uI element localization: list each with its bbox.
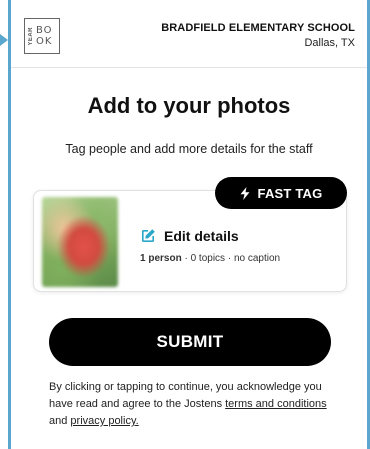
fast-tag-button[interactable]: FAST TAG (215, 177, 347, 209)
terms-link[interactable]: terms and conditions (225, 398, 327, 410)
privacy-link[interactable]: privacy policy. (70, 415, 138, 427)
edit-details-label: Edit details (164, 228, 239, 244)
photo-thumbnail[interactable] (42, 197, 118, 287)
logo-year-text: YEAR (28, 26, 34, 46)
side-indicator-arrow (0, 34, 8, 46)
caption-status: no caption (233, 253, 281, 264)
meta-separator-1: · (184, 253, 188, 264)
topic-count: 0 topics (190, 253, 226, 264)
fast-tag-label: FAST TAG (257, 185, 323, 201)
edit-details-link[interactable]: Edit details (140, 228, 239, 244)
school-location: Dallas, TX (304, 37, 355, 49)
meta-separator-2: · (227, 253, 232, 264)
page-title: Add to your photos (87, 93, 291, 118)
school-name: BRADFIELD ELEMENTARY SCHOOL (161, 22, 355, 34)
logo-book-line-1: BO (36, 25, 53, 36)
lightning-bolt-icon (240, 186, 250, 200)
logo-book-text: BO OK (36, 25, 53, 47)
edit-pencil-icon (142, 229, 155, 242)
page-subtitle: Tag people and add more details for the … (65, 142, 313, 156)
logo-book-line-2: OK (36, 36, 53, 47)
person-count: 1 person (140, 253, 182, 264)
header: YEAR BO OK BRADFIELD ELEMENTARY SCHOOL D… (11, 0, 367, 68)
legal-notice: By clicking or tapping to continue, you … (49, 379, 339, 430)
school-info: BRADFIELD ELEMENTARY SCHOOL Dallas, TX (161, 22, 355, 49)
legal-text-middle: and (49, 415, 71, 427)
photo-meta: 1 person · 0 topics · no caption (140, 253, 280, 264)
submit-button[interactable]: SUBMIT (49, 318, 331, 366)
yearbook-logo: YEAR BO OK (24, 18, 60, 54)
